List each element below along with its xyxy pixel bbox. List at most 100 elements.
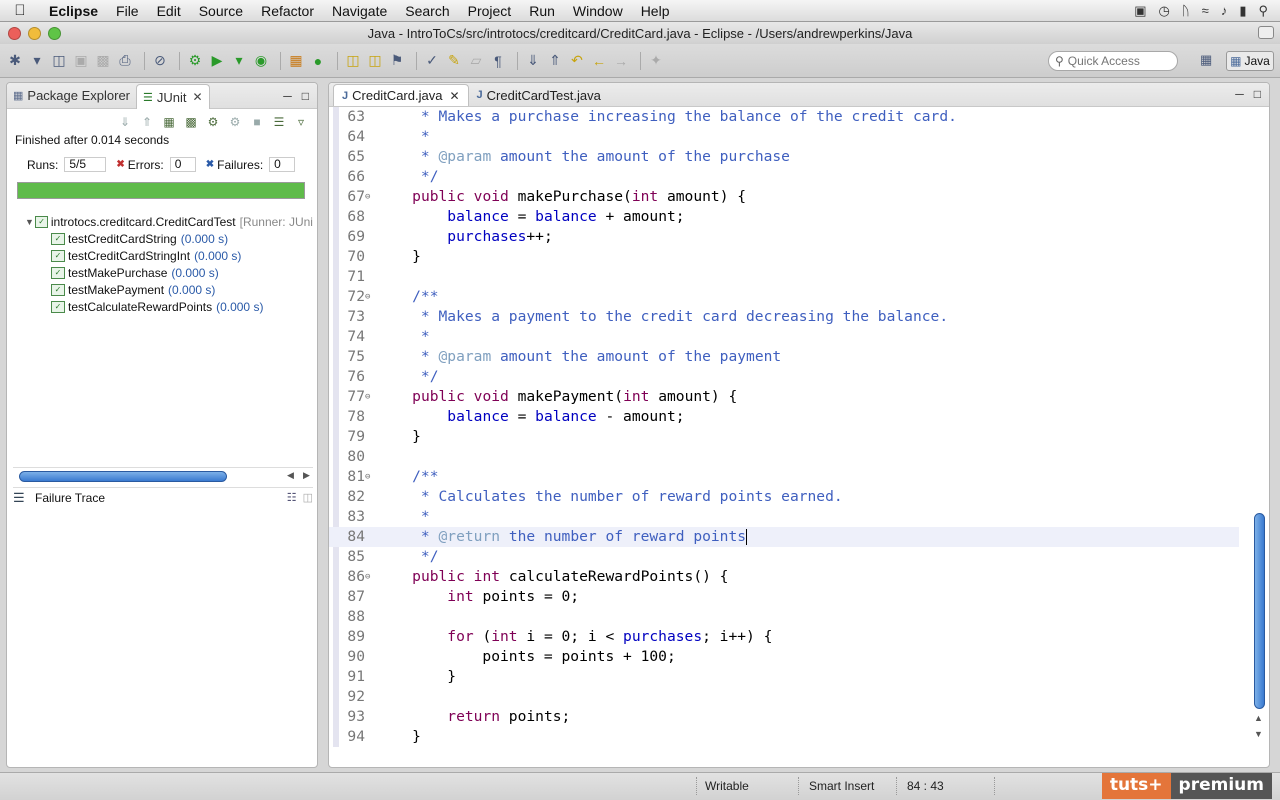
toggle-mark-occurrences-icon[interactable]: ✓: [423, 52, 441, 70]
save-icon[interactable]: ▣: [72, 52, 90, 70]
scroll-left-icon[interactable]: ◀: [287, 470, 294, 481]
scroll-down-icon[interactable]: ▼: [1254, 729, 1263, 739]
test-row[interactable]: ✓ testMakePayment (0.000 s): [13, 281, 313, 298]
code-line[interactable]: 77 ⊖ public void makePayment(int amount) …: [329, 387, 1239, 407]
menu-app[interactable]: Eclipse: [40, 3, 107, 19]
back-icon[interactable]: ←: [590, 52, 608, 70]
code-line[interactable]: 74 *: [329, 327, 1239, 347]
coverage-icon[interactable]: ◉: [252, 52, 270, 70]
code-line[interactable]: 69 purchases++;: [329, 227, 1239, 247]
minimize-icon[interactable]: ─: [1235, 87, 1244, 101]
volume-icon[interactable]: ♪: [1221, 3, 1228, 18]
tab-package-explorer[interactable]: ▦ Package Explorer: [7, 83, 136, 109]
code-line[interactable]: 90 points = points + 100;: [329, 647, 1239, 667]
code-line[interactable]: 81 ⊖ /**: [329, 467, 1239, 487]
apple-icon[interactable]: : [0, 2, 40, 19]
scroll-right-icon[interactable]: ▶: [303, 470, 310, 481]
previous-failure-icon[interactable]: ⇑: [139, 114, 155, 130]
menu-refactor[interactable]: Refactor: [252, 3, 323, 19]
menu-help[interactable]: Help: [632, 3, 679, 19]
code-line[interactable]: 71: [329, 267, 1239, 287]
code-line[interactable]: 84 * @return the number of reward points: [329, 527, 1239, 547]
code-editor[interactable]: 63 * Makes a purchase increasing the bal…: [329, 107, 1239, 747]
new-file-icon[interactable]: ◫: [50, 52, 68, 70]
code-line[interactable]: 86 ⊖ public int calculateRewardPoints() {: [329, 567, 1239, 587]
open-perspective-icon[interactable]: ▦: [1200, 52, 1218, 70]
camera-icon[interactable]: ▣: [1134, 3, 1146, 19]
test-suite-row[interactable]: ▼ ✓ introtocs.creditcard.CreditCardTest …: [13, 213, 313, 230]
java-perspective-button[interactable]: ▦ Java: [1226, 51, 1274, 71]
test-row[interactable]: ✓ testMakePurchase (0.000 s): [13, 264, 313, 281]
code-line[interactable]: 82 * Calculates the number of reward poi…: [329, 487, 1239, 507]
test-row[interactable]: ✓ testCreditCardString (0.000 s): [13, 230, 313, 247]
open-folder-icon[interactable]: ◫: [366, 52, 384, 70]
debug-icon[interactable]: ⚙: [186, 52, 204, 70]
fold-toggle-icon[interactable]: ⊖: [365, 187, 370, 207]
pin-editor-icon[interactable]: ✦: [647, 52, 665, 70]
view-menu-icon[interactable]: ▿: [293, 114, 309, 130]
code-line[interactable]: 78 balance = balance - amount;: [329, 407, 1239, 427]
tab-creditcard-java[interactable]: J CreditCard.java ✕: [333, 84, 469, 106]
maximize-icon[interactable]: □: [1254, 87, 1261, 101]
tree-horizontal-scrollbar[interactable]: ◀ ▶: [13, 467, 313, 483]
code-line[interactable]: 75 * @param amount the amount of the pay…: [329, 347, 1239, 367]
highlight-icon[interactable]: ✎: [445, 52, 463, 70]
new-dropdown-icon[interactable]: ▾: [28, 52, 46, 70]
menu-source[interactable]: Source: [190, 3, 252, 19]
skip-breakpoints-icon[interactable]: ⊘: [151, 52, 169, 70]
code-line[interactable]: 91 }: [329, 667, 1239, 687]
next-failure-icon[interactable]: ⇓: [117, 114, 133, 130]
code-line[interactable]: 93 return points;: [329, 707, 1239, 727]
fold-toggle-icon[interactable]: ⊖: [365, 467, 370, 487]
code-line[interactable]: 87 int points = 0;: [329, 587, 1239, 607]
menu-search[interactable]: Search: [396, 3, 458, 19]
menu-file[interactable]: File: [107, 3, 148, 19]
code-line[interactable]: 70 }: [329, 247, 1239, 267]
block-selection-icon[interactable]: ▱: [467, 52, 485, 70]
code-line[interactable]: 76 */: [329, 367, 1239, 387]
code-line[interactable]: 66 */: [329, 167, 1239, 187]
window-minimize-button[interactable]: [28, 27, 41, 40]
run-dropdown-icon[interactable]: ▾: [230, 52, 248, 70]
stop-icon[interactable]: ■: [249, 114, 265, 130]
prev-annotation-icon[interactable]: ⇑: [546, 52, 564, 70]
new-java-class-icon[interactable]: ●: [309, 52, 327, 70]
spotlight-icon[interactable]: ⚲: [1258, 3, 1268, 19]
menu-edit[interactable]: Edit: [148, 3, 190, 19]
open-type-icon[interactable]: ◫: [344, 52, 362, 70]
filter-stack-icon[interactable]: ☷: [287, 491, 297, 504]
menu-navigate[interactable]: Navigate: [323, 3, 396, 19]
fold-toggle-icon[interactable]: ⊖: [365, 567, 370, 587]
collapse-icon[interactable]: ▼: [25, 217, 35, 227]
fold-toggle-icon[interactable]: ⊖: [365, 387, 370, 407]
editor-vertical-scrollbar[interactable]: ▲ ▼: [1251, 107, 1267, 747]
test-run-history-icon[interactable]: ☰: [271, 114, 287, 130]
toolbar-toggle-button[interactable]: [1258, 26, 1274, 39]
code-line[interactable]: 94 }: [329, 727, 1239, 747]
run-icon[interactable]: ▶: [208, 52, 226, 70]
code-line[interactable]: 72 ⊖ /**: [329, 287, 1239, 307]
bluetooth-icon[interactable]: ᚢ: [1182, 3, 1190, 18]
menu-run[interactable]: Run: [520, 3, 564, 19]
print-icon[interactable]: ⎙: [116, 52, 134, 70]
code-line[interactable]: 68 balance = balance + amount;: [329, 207, 1239, 227]
new-java-package-icon[interactable]: ▦: [287, 52, 305, 70]
battery-icon[interactable]: ▮: [1239, 3, 1246, 19]
menu-project[interactable]: Project: [459, 3, 521, 19]
tab-creditcardtest-java[interactable]: J CreditCardTest.java: [469, 84, 609, 106]
menu-window[interactable]: Window: [564, 3, 632, 19]
compare-result-icon[interactable]: ◫: [303, 491, 313, 504]
next-annotation-icon[interactable]: ⇓: [524, 52, 542, 70]
scrollbar-thumb[interactable]: [1254, 513, 1265, 709]
close-icon[interactable]: ✕: [449, 89, 459, 103]
window-zoom-button[interactable]: [48, 27, 61, 40]
wifi-icon[interactable]: ≈: [1202, 3, 1209, 18]
time-machine-icon[interactable]: ◷: [1159, 3, 1170, 19]
show-whitespace-icon[interactable]: ¶: [489, 52, 507, 70]
minimize-icon[interactable]: ─: [283, 89, 292, 103]
rerun-failed-icon[interactable]: ⚙: [227, 114, 243, 130]
code-line[interactable]: 80: [329, 447, 1239, 467]
scroll-lock-icon[interactable]: ▩: [183, 114, 199, 130]
code-line[interactable]: 65 * @param amount the amount of the pur…: [329, 147, 1239, 167]
scrollbar-thumb[interactable]: [19, 471, 227, 482]
